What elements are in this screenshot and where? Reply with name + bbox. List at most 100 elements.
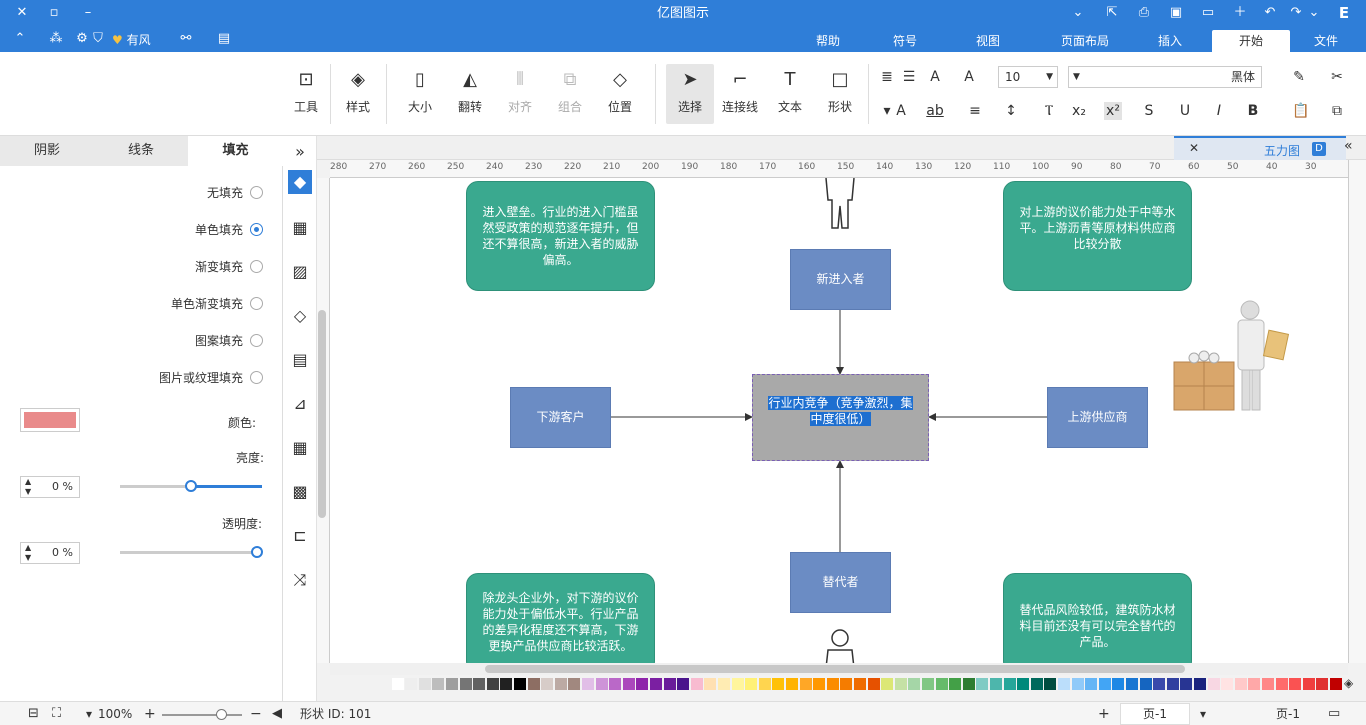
node-industry-competition[interactable]: 行业内竞争（竞争激烈，集中度很低） <box>752 374 929 461</box>
close-icon[interactable]: ✕ <box>14 5 30 21</box>
document-icon[interactable]: ▤ <box>288 348 312 372</box>
list-icon[interactable]: ☰ <box>900 68 918 86</box>
redo-dropdown-icon[interactable]: ⌄ <box>1306 5 1322 21</box>
palette-swatch[interactable] <box>1058 678 1070 690</box>
palette-swatch[interactable] <box>826 678 839 690</box>
connector-button[interactable]: ⌐ 连接线 <box>720 64 760 124</box>
transparency-input[interactable]: ▲ ▼ 0 % <box>20 542 80 564</box>
stepper-icon[interactable]: ▲ ▼ <box>25 477 31 497</box>
align-text-icon[interactable]: ≡ <box>966 102 984 120</box>
redo-icon[interactable]: ↷ <box>1288 5 1304 21</box>
palette-swatch[interactable] <box>636 678 649 690</box>
palette-swatch[interactable] <box>758 678 771 690</box>
palette-swatch[interactable] <box>1330 678 1342 690</box>
apps-icon[interactable]: ⁂ <box>48 31 64 47</box>
bold-icon[interactable]: B <box>1244 102 1262 120</box>
palette-swatch[interactable] <box>772 678 785 690</box>
palette-swatch[interactable] <box>813 678 826 690</box>
palette-swatch[interactable] <box>405 678 418 690</box>
zoom-slider-handle[interactable] <box>216 709 227 720</box>
dropdown-icon[interactable]: ⌄ <box>1070 5 1086 21</box>
palette-swatch[interactable] <box>1221 678 1234 690</box>
palette-swatch[interactable] <box>1166 678 1179 690</box>
tab-insert[interactable]: 插入 <box>1150 30 1190 52</box>
panel-toggle-icon[interactable]: ▭ <box>1328 706 1340 722</box>
undo-icon[interactable]: ↶ <box>1262 5 1278 21</box>
flip-button[interactable]: ◭ 翻转 <box>450 64 490 124</box>
strikethrough-icon[interactable]: S <box>1140 102 1158 120</box>
palette-swatch[interactable] <box>745 678 758 690</box>
palette-swatch[interactable] <box>446 678 458 690</box>
line-spacing-icon[interactable]: ≣ <box>878 68 896 86</box>
tab-view[interactable]: 视图 <box>968 30 1008 52</box>
page-tab[interactable]: 页-1 <box>1120 703 1190 725</box>
expand-panel-icon[interactable]: » <box>288 140 312 164</box>
palette-swatch[interactable] <box>935 678 948 690</box>
palette-swatch[interactable] <box>990 678 1002 690</box>
palette-swatch[interactable] <box>1030 678 1043 690</box>
fit-page-icon[interactable]: ⊟ <box>28 706 39 722</box>
palette-swatch[interactable] <box>527 678 540 690</box>
color-picker[interactable] <box>20 408 80 432</box>
note-bottom-left[interactable]: 除龙头企业外，对下游的议价能力处于偏低水平。行业产品的差异化程度还不算高，下游更… <box>466 573 655 663</box>
palette-swatch[interactable] <box>704 678 717 690</box>
horizontal-scrollbar[interactable] <box>330 663 1348 675</box>
style-button[interactable]: ◈ 样式 <box>338 64 378 124</box>
font-color-icon[interactable]: A <box>892 102 910 120</box>
map-icon[interactable]: ▩ <box>288 480 312 504</box>
zoom-in-icon[interactable]: + <box>144 706 156 722</box>
palette-swatch[interactable] <box>1071 678 1084 690</box>
palette-swatch[interactable] <box>473 678 486 690</box>
tab-shadow[interactable]: 阴影 <box>0 136 94 166</box>
palette-swatch[interactable] <box>1275 678 1288 690</box>
group-button[interactable]: ⧉ 组合 <box>550 64 590 124</box>
palette-swatch[interactable] <box>976 678 989 690</box>
palette-swatch[interactable] <box>718 678 730 690</box>
node-downstream-customers[interactable]: 下游客户 <box>510 387 611 448</box>
palette-swatch[interactable] <box>1248 678 1261 690</box>
palette-swatch[interactable] <box>1180 678 1193 690</box>
palette-swatch[interactable] <box>609 678 622 690</box>
save-icon[interactable]: ▣ <box>1168 5 1184 21</box>
palette-swatch[interactable] <box>1139 678 1152 690</box>
cut-icon[interactable]: ✂ <box>1328 68 1346 86</box>
font-name-select[interactable]: ▼ 黑体 <box>1068 66 1262 88</box>
node-new-entrants[interactable]: 新进入者 <box>790 249 891 310</box>
image-icon[interactable]: ▨ <box>288 260 312 284</box>
stepper-icon[interactable]: ▲ ▼ <box>25 543 31 563</box>
position-button[interactable]: ◇ 位置 <box>600 64 640 124</box>
tab-home[interactable]: 开始 <box>1212 30 1290 52</box>
fill-option-none[interactable]: 无填充 <box>150 184 265 202</box>
palette-swatch[interactable] <box>840 678 853 690</box>
note-bottom-right[interactable]: 替代品风险较低，建筑防水材料目前还没有可以完全替代的产品。 <box>1003 573 1192 663</box>
play-icon[interactable]: ◀ <box>272 706 282 722</box>
zoom-dropdown-icon[interactable]: ▾ <box>86 706 92 722</box>
export-icon[interactable]: ⇱ <box>1104 5 1120 21</box>
presentation-icon[interactable]: ⊏ <box>288 524 312 548</box>
subscript-icon[interactable]: x₂ <box>1070 102 1088 120</box>
fill-option-solid[interactable]: 单色填充 <box>150 221 265 239</box>
underline-icon[interactable]: U <box>1176 102 1194 120</box>
tools-button[interactable]: ⊡ 工具 <box>286 64 326 124</box>
palette-swatch[interactable] <box>459 678 472 690</box>
fill-option-pattern[interactable]: 图案填充 <box>150 332 265 350</box>
radio-button-selected[interactable] <box>250 223 263 236</box>
open-icon[interactable]: ▭ <box>1200 5 1216 21</box>
vertical-spacing-icon[interactable]: ↕ <box>1002 102 1020 120</box>
decrease-font-icon[interactable]: A <box>926 68 944 86</box>
radio-button[interactable] <box>250 297 263 310</box>
palette-swatch[interactable] <box>568 678 581 690</box>
table-icon[interactable]: ▦ <box>288 436 312 460</box>
palette-swatch[interactable] <box>1302 678 1315 690</box>
palette-swatch[interactable] <box>908 678 921 690</box>
palette-swatch[interactable] <box>663 678 676 690</box>
palette-swatch[interactable] <box>894 678 907 690</box>
palette-swatch[interactable] <box>962 678 975 690</box>
palette-swatch[interactable] <box>1085 678 1098 690</box>
italic-icon[interactable]: I <box>1210 102 1228 120</box>
palette-swatch[interactable] <box>854 678 866 690</box>
palette-swatch[interactable] <box>582 678 594 690</box>
text-direction-icon[interactable]: Ⲧ <box>1040 102 1058 120</box>
drawing-page[interactable]: 进入壁垒。行业的进入门槛虽然受政策的规范逐年提升，但还不算很高，新进入者的威胁偏… <box>330 178 1348 663</box>
palette-swatch[interactable] <box>514 678 526 690</box>
